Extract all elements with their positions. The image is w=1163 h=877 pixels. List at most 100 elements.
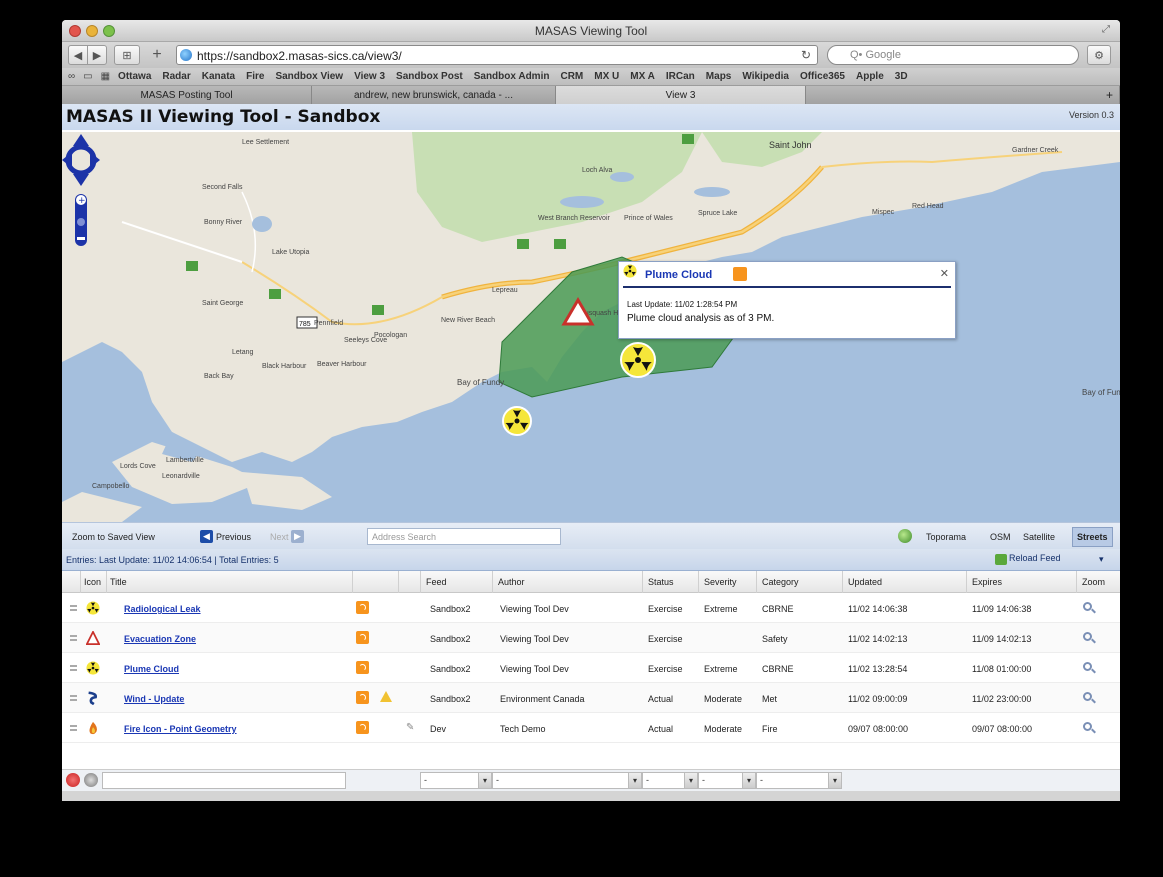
address-bar[interactable]: https://sandbox2.masas-sics.ca/view3/: [176, 45, 818, 65]
close-icon[interactable]: ✕: [940, 267, 949, 280]
bookmark-item[interactable]: Ottawa: [118, 71, 151, 82]
add-bookmark-button[interactable]: +: [146, 45, 168, 65]
reload-feed-button[interactable]: Reload Feed: [993, 553, 1061, 567]
entry-title-link[interactable]: Wind - Update: [124, 694, 184, 704]
top-sites-icon[interactable]: ▦: [101, 71, 110, 82]
row-expander-icon[interactable]: [70, 695, 77, 701]
column-header-icon[interactable]: Icon: [84, 577, 101, 587]
entry-title-link[interactable]: Evacuation Zone: [124, 634, 196, 644]
previous-arrow-icon[interactable]: ◀: [200, 530, 213, 543]
bookmark-item[interactable]: MX A: [630, 71, 655, 82]
column-header-status[interactable]: Status: [648, 577, 674, 587]
zoom-magnifier-icon[interactable]: [1083, 602, 1092, 611]
rss-feed-icon[interactable]: [356, 691, 369, 704]
bookmark-item[interactable]: Fire: [246, 71, 264, 82]
bookmark-item[interactable]: Office365: [800, 71, 845, 82]
column-header-expires[interactable]: Expires: [972, 577, 1002, 587]
settings-gear-icon[interactable]: ⚙: [1087, 45, 1111, 65]
tab-andrew[interactable]: andrew, new brunswick, canada - ...: [312, 86, 556, 104]
column-header-severity[interactable]: Severity: [704, 577, 737, 587]
zoom-magnifier-icon[interactable]: [1083, 692, 1092, 701]
feed-filter-select[interactable]: - ▾: [420, 772, 492, 789]
radiation-marker-icon[interactable]: [620, 342, 656, 378]
window-title: MASAS Viewing Tool: [534, 24, 648, 38]
row-expander-icon[interactable]: [70, 725, 77, 731]
column-header-updated[interactable]: Updated: [848, 577, 882, 587]
clear-filter-icon[interactable]: [66, 773, 80, 787]
bookmarks-book-icon[interactable]: ▭: [83, 71, 92, 82]
grid-menu-icon[interactable]: ▾: [1099, 554, 1104, 565]
bookmark-item[interactable]: CRM: [560, 71, 583, 82]
rss-feed-icon[interactable]: [356, 601, 369, 614]
bookmark-item[interactable]: IRCan: [666, 71, 695, 82]
row-expander-icon[interactable]: [70, 605, 77, 611]
column-header-title[interactable]: Title: [110, 577, 127, 587]
popup-title[interactable]: Plume Cloud: [645, 269, 712, 281]
bookmark-item[interactable]: Wikipedia: [742, 71, 789, 82]
table-row[interactable]: Plume Cloud Sandbox2 Viewing Tool Dev Exerc…: [62, 653, 1120, 683]
new-tab-button[interactable]: +: [806, 86, 1120, 104]
rss-feed-icon[interactable]: [356, 661, 369, 674]
layer-osm-button[interactable]: OSM: [990, 532, 1011, 542]
bookmark-item[interactable]: Sandbox Admin: [474, 71, 550, 82]
bookmark-item[interactable]: View 3: [354, 71, 385, 82]
layer-toporama-button[interactable]: Toporama: [926, 532, 966, 542]
table-row[interactable]: Fire Icon - Point Geometry ✎ Dev Tech Demo A…: [62, 713, 1120, 743]
previous-button[interactable]: Previous: [216, 532, 251, 542]
table-row[interactable]: Wind - Update Sandbox2 Environment Canada A…: [62, 683, 1120, 713]
category-filter-select[interactable]: - ▾: [756, 772, 842, 789]
search-input[interactable]: Q• Google: [827, 45, 1079, 65]
table-row[interactable]: Evacuation Zone Sandbox2 Viewing Tool Dev E…: [62, 623, 1120, 653]
map-pan-zoom-control[interactable]: +: [62, 132, 100, 250]
address-search-input[interactable]: Address Search: [367, 528, 561, 545]
bookmark-item[interactable]: 3D: [895, 71, 908, 82]
severity-filter-select[interactable]: - ▾: [698, 772, 756, 789]
bookmark-item[interactable]: Kanata: [202, 71, 235, 82]
map-label: Beaver Harbour: [317, 361, 367, 368]
column-header-category[interactable]: Category: [762, 577, 799, 587]
rss-feed-icon[interactable]: [733, 267, 747, 281]
entry-title-link[interactable]: Radiological Leak: [124, 604, 201, 614]
table-row[interactable]: Radiological Leak Sandbox2 Viewing Tool De…: [62, 593, 1120, 623]
reload-icon[interactable]: ↻: [801, 48, 811, 62]
zoom-magnifier-icon[interactable]: [1083, 662, 1092, 671]
layer-satellite-button[interactable]: Satellite: [1023, 532, 1055, 542]
bookmark-item[interactable]: Sandbox View: [275, 71, 343, 82]
next-button[interactable]: Next: [270, 532, 289, 542]
column-header-zoom[interactable]: Zoom: [1082, 577, 1105, 587]
bookmark-item[interactable]: MX U: [594, 71, 619, 82]
bookmark-item[interactable]: Sandbox Post: [396, 71, 463, 82]
rss-feed-icon[interactable]: [356, 721, 369, 734]
row-expander-icon[interactable]: [70, 665, 77, 671]
row-expander-icon[interactable]: [70, 635, 77, 641]
rss-feed-icon[interactable]: [356, 631, 369, 644]
zoom-saved-view-button[interactable]: Zoom to Saved View: [72, 532, 155, 542]
zoom-magnifier-icon[interactable]: [1083, 722, 1092, 731]
bookmark-item[interactable]: Radar: [162, 71, 190, 82]
fullscreen-icon[interactable]: ⤢: [1102, 24, 1114, 36]
reading-list-icon[interactable]: ∞: [68, 71, 75, 82]
author-filter-select[interactable]: - ▾: [492, 772, 642, 789]
title-filter-input[interactable]: [102, 772, 346, 789]
entry-title-link[interactable]: Plume Cloud: [124, 664, 179, 674]
tab-view3[interactable]: View 3: [556, 86, 806, 104]
bookmarks-icon[interactable]: ⊞: [114, 45, 140, 65]
entry-title-link[interactable]: Fire Icon - Point Geometry: [124, 724, 237, 734]
bookmark-item[interactable]: Apple: [856, 71, 884, 82]
bookmark-item[interactable]: Maps: [706, 71, 732, 82]
map-canvas[interactable]: Saint John Bay of Fundy Bay of Fundy Lak…: [62, 132, 1120, 522]
layer-streets-button[interactable]: Streets: [1072, 527, 1113, 547]
column-header-feed[interactable]: Feed: [426, 577, 447, 587]
tab-posting-tool[interactable]: MASAS Posting Tool: [62, 86, 312, 104]
radiation-marker-icon[interactable]: [502, 406, 532, 436]
next-arrow-icon[interactable]: ▶: [291, 530, 304, 543]
zoom-magnifier-icon[interactable]: [1083, 632, 1092, 641]
status-filter-select[interactable]: - ▾: [642, 772, 698, 789]
forward-button[interactable]: ▶: [87, 45, 107, 65]
map-view[interactable]: Saint John Bay of Fundy Bay of Fundy Lak…: [62, 132, 1120, 522]
column-header-author[interactable]: Author: [498, 577, 525, 587]
layers-globe-icon[interactable]: [898, 529, 912, 543]
pencil-icon[interactable]: ✎: [406, 722, 414, 733]
back-button[interactable]: ◀: [68, 45, 88, 65]
filter-toggle-icon[interactable]: [84, 773, 98, 787]
